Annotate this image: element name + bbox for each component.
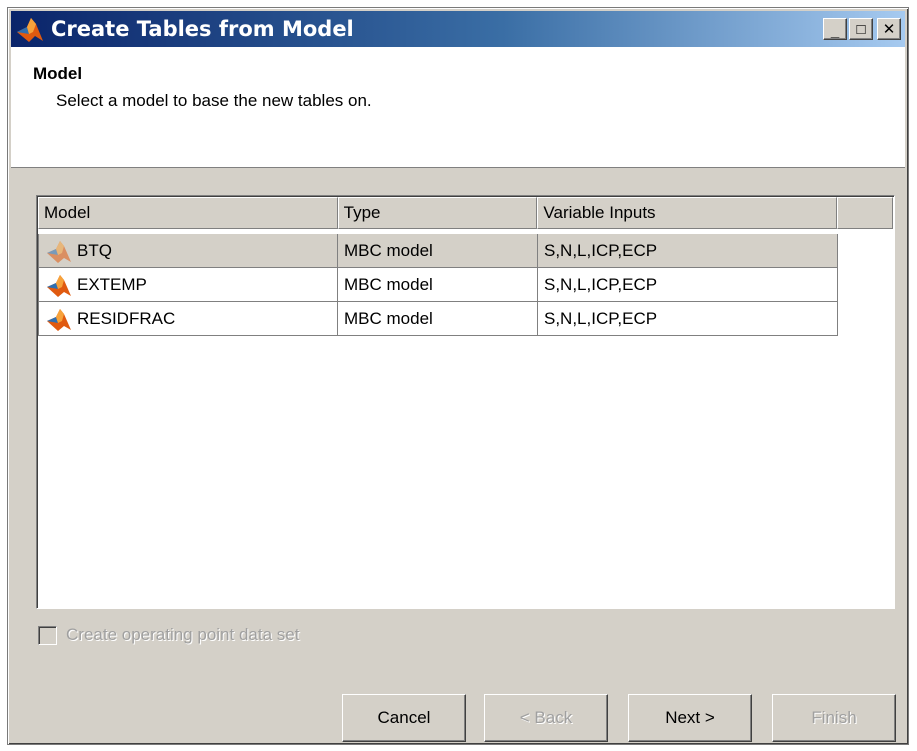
cell-model: EXTEMP [38, 268, 338, 302]
cell-type: MBC model [338, 302, 538, 336]
finish-button[interactable]: Finish [772, 694, 896, 742]
create-op-checkbox[interactable] [38, 625, 57, 645]
cell-type: MBC model [338, 268, 538, 302]
matlab-model-icon [47, 240, 71, 263]
cancel-button[interactable]: Cancel [342, 694, 466, 742]
model-name: EXTEMP [77, 274, 147, 294]
table-row[interactable]: EXTEMP MBC model S,N,L,ICP,ECP [38, 268, 838, 302]
maximize-icon: □ [856, 20, 866, 38]
minimize-icon: _ [830, 22, 840, 40]
window-controls: _ □ ✕ [823, 18, 901, 40]
next-button[interactable]: Next > [628, 694, 752, 742]
cell-variable-inputs: S,N,L,ICP,ECP [538, 302, 838, 336]
step-description: Select a model to base the new tables on… [56, 91, 372, 110]
column-header-variable-inputs[interactable]: Variable Inputs [537, 197, 838, 229]
matlab-logo-icon [17, 18, 43, 42]
column-header-type[interactable]: Type [337, 197, 538, 229]
create-op-label: Create operating point data set [66, 625, 300, 644]
cell-type: MBC model [338, 234, 538, 268]
cell-model: RESIDFRAC [38, 302, 338, 336]
table-row[interactable]: BTQ MBC model S,N,L,ICP,ECP [38, 234, 838, 268]
title-bar[interactable]: Create Tables from Model _ □ ✕ [11, 11, 905, 47]
cell-variable-inputs: S,N,L,ICP,ECP [538, 234, 838, 268]
maximize-button[interactable]: □ [849, 18, 873, 40]
close-icon: ✕ [882, 20, 896, 38]
window-title: Create Tables from Model [51, 17, 354, 41]
step-title: Model [33, 64, 83, 83]
cell-variable-inputs: S,N,L,ICP,ECP [538, 268, 838, 302]
wizard-header: Model Select a model to base the new tab… [11, 47, 905, 168]
minimize-button[interactable]: _ [823, 18, 847, 40]
column-header-model[interactable]: Model [38, 197, 338, 229]
matlab-model-icon [47, 274, 71, 297]
model-name: RESIDFRAC [77, 308, 176, 328]
model-name: BTQ [77, 240, 112, 260]
model-table[interactable]: Model Type Variable Inputs BTQ MBC model… [36, 195, 895, 609]
back-button[interactable]: < Back [484, 694, 608, 742]
create-op-option: Create operating point data set [38, 625, 299, 645]
matlab-model-icon [47, 308, 71, 331]
table-row[interactable]: RESIDFRAC MBC model S,N,L,ICP,ECP [38, 302, 838, 336]
table-header: Model Type Variable Inputs [38, 197, 893, 229]
close-button[interactable]: ✕ [877, 18, 901, 40]
cell-model: BTQ [38, 234, 338, 268]
dialog-window: Create Tables from Model _ □ ✕ Model Sel… [7, 7, 909, 745]
column-header-filler [837, 197, 893, 229]
